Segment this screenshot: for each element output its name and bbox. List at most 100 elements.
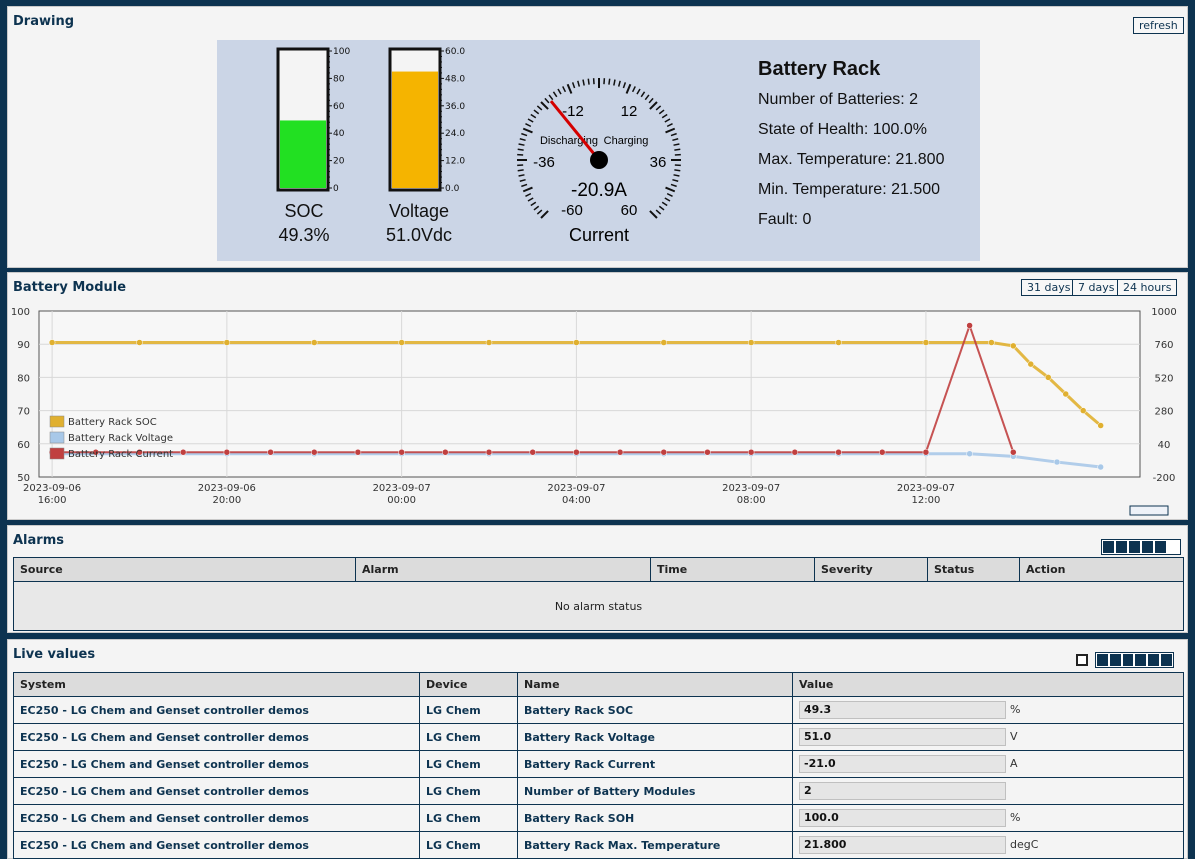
dial-tick — [523, 129, 532, 133]
x-tick-date: 2023-09-07 — [547, 483, 605, 494]
series-point — [399, 340, 405, 346]
range-31-days-button[interactable]: 31 days — [1021, 279, 1076, 296]
col-time[interactable]: Time — [651, 558, 815, 582]
refresh-button[interactable]: refresh — [1133, 17, 1184, 34]
cell-value: -21.0A — [793, 751, 1184, 778]
col-action[interactable]: Action — [1020, 558, 1184, 582]
y-left-tick-label: 100 — [11, 307, 30, 318]
cell-system: EC250 - LG Chem and Genset controller de… — [14, 805, 420, 832]
series-point — [748, 449, 754, 455]
x-tick-time: 16:00 — [38, 495, 67, 506]
dial-tick — [518, 149, 524, 150]
dial-tick — [659, 206, 664, 210]
value-box: 21.800 — [799, 836, 1006, 854]
table-row[interactable]: EC250 - LG Chem and Genset controller de… — [14, 751, 1184, 778]
y-left-tick-label: 90 — [17, 340, 30, 351]
series-point — [311, 449, 317, 455]
pager-block[interactable] — [1103, 541, 1114, 553]
value-unit: % — [1010, 811, 1020, 824]
series-point — [224, 340, 230, 346]
value-box: 51.0 — [799, 728, 1006, 746]
legend-swatch — [50, 448, 64, 459]
value-box: 2 — [799, 782, 1006, 800]
series-point — [530, 449, 536, 455]
legend-label: Battery Rack Voltage — [68, 433, 173, 444]
series-point — [661, 449, 667, 455]
gauge-tick-label: 60.0 — [445, 47, 465, 57]
col-status[interactable]: Status — [928, 558, 1020, 582]
dial-tick — [537, 210, 542, 214]
dial-tick — [520, 180, 526, 182]
pager-block[interactable] — [1135, 654, 1146, 666]
pager-block[interactable] — [1110, 654, 1121, 666]
x-tick-date: 2023-09-07 — [897, 483, 955, 494]
col-severity[interactable]: Severity — [815, 558, 928, 582]
series-point — [1010, 449, 1016, 455]
battery-module-chart[interactable]: 1009080706050 100076052028040-200 2023-0… — [8, 301, 1189, 519]
pager-block[interactable] — [1129, 541, 1140, 553]
cell-system: EC250 - LG Chem and Genset controller de… — [14, 832, 420, 859]
rack-info-max-temp: Max. Temperature: 21.800 — [758, 151, 944, 169]
dial-tick — [528, 119, 533, 122]
table-row[interactable]: EC250 - LG Chem and Genset controller de… — [14, 697, 1184, 724]
series-point — [1054, 459, 1060, 465]
cell-name: Battery Rack SOH — [518, 805, 793, 832]
col-name[interactable]: Name — [518, 673, 793, 697]
pager-block[interactable] — [1161, 654, 1172, 666]
range-24-hours-button[interactable]: 24 hours — [1117, 279, 1177, 296]
pager-block[interactable] — [1142, 541, 1153, 553]
dial-tick — [563, 86, 566, 91]
series-point — [311, 340, 317, 346]
dial-tick — [578, 81, 580, 87]
cell-device: LG Chem — [420, 751, 518, 778]
x-tick-date: 2023-09-06 — [23, 483, 81, 494]
gauge-tick-label: 0 — [333, 184, 339, 194]
pager-block[interactable] — [1123, 654, 1134, 666]
series-point — [836, 340, 842, 346]
dial-tick — [633, 86, 636, 91]
rack-info-batteries: Number of Batteries: 2 — [758, 91, 918, 109]
chart-scroll-handle[interactable] — [1130, 506, 1168, 515]
alarms-header-row: Source Alarm Time Severity Status Action — [14, 558, 1184, 582]
col-value[interactable]: Value — [793, 673, 1184, 697]
dial-tick — [523, 188, 532, 192]
pager-block[interactable] — [1148, 654, 1159, 666]
series-point — [399, 449, 405, 455]
current-label: Current — [569, 225, 629, 245]
dial-charging-label: Charging — [604, 135, 649, 147]
col-device[interactable]: Device — [420, 673, 518, 697]
gauge-tick-label: 100 — [333, 47, 350, 57]
dial-tick — [637, 89, 640, 94]
col-source[interactable]: Source — [14, 558, 356, 582]
live-values-pager[interactable] — [1095, 652, 1174, 668]
pager-block[interactable] — [1155, 541, 1166, 553]
pager-block[interactable] — [1116, 541, 1127, 553]
col-system[interactable]: System — [14, 673, 420, 697]
dial-tick — [656, 106, 661, 110]
alarms-pager[interactable] — [1101, 539, 1181, 555]
dial-tick — [609, 79, 610, 85]
y-right-tick-label: -200 — [1153, 473, 1176, 484]
live-values-checkbox[interactable] — [1076, 654, 1088, 666]
pager-block[interactable] — [1097, 654, 1108, 666]
dial-tick — [662, 114, 667, 117]
gauge-tick-label: 24.0 — [445, 129, 465, 139]
dial-discharging-label: Discharging — [540, 135, 598, 147]
dial-tick — [649, 98, 653, 103]
range-7-days-button[interactable]: 7 days — [1072, 279, 1120, 296]
table-row[interactable]: EC250 - LG Chem and Genset controller de… — [14, 805, 1184, 832]
drawing-panel: Drawing refresh 100806040200 SOC 49.3% 6… — [7, 6, 1188, 268]
dial-tick — [662, 202, 667, 205]
rack-title: Battery Rack — [758, 58, 880, 81]
table-row[interactable]: EC250 - LG Chem and Genset controller de… — [14, 778, 1184, 805]
col-alarm[interactable]: Alarm — [356, 558, 651, 582]
y-right-tick-label: 1000 — [1151, 307, 1176, 318]
live-values-title: Live values — [13, 647, 95, 662]
chart-legend: Battery Rack SOCBattery Rack VoltageBatt… — [50, 416, 173, 460]
table-row[interactable]: EC250 - LG Chem and Genset controller de… — [14, 832, 1184, 859]
dial-tick — [553, 92, 556, 97]
dial-tick — [674, 170, 680, 171]
table-row[interactable]: EC250 - LG Chem and Genset controller de… — [14, 724, 1184, 751]
series-point — [879, 449, 885, 455]
soc-value: 49.3% — [269, 225, 339, 246]
